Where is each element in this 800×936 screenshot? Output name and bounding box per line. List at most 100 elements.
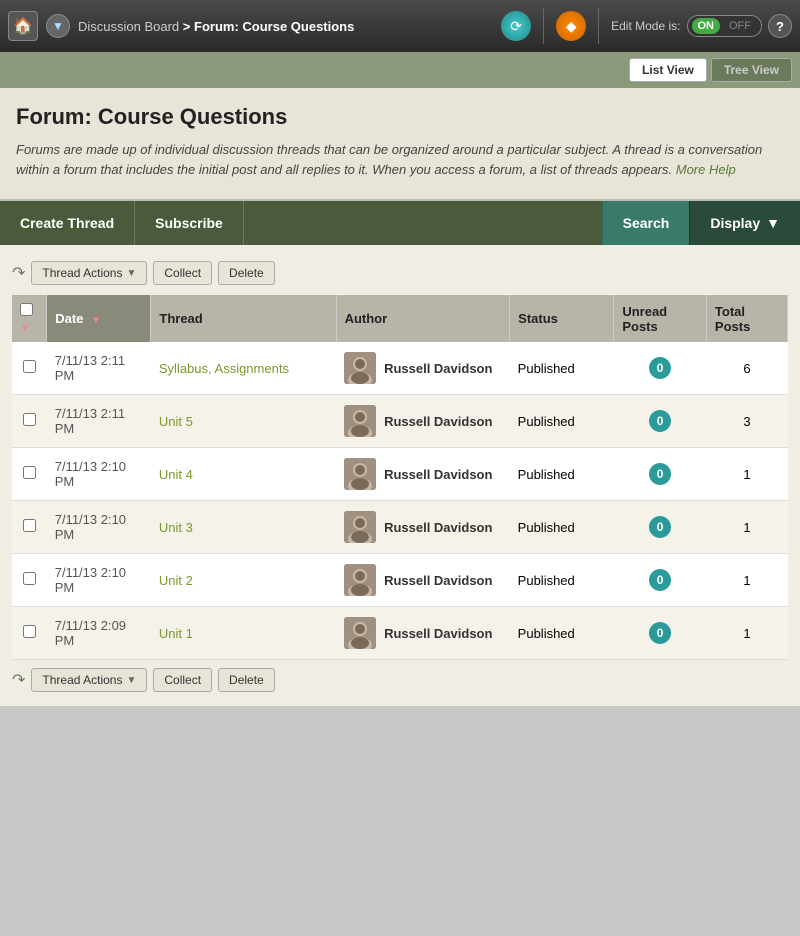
action-arrow-icon: ↷ (12, 263, 25, 283)
author-name-4: Russell Davidson (384, 573, 492, 588)
unread-badge-1: 0 (649, 410, 671, 432)
col-header-thread[interactable]: Thread (151, 295, 336, 342)
bottom-action-row: ↷ Thread Actions ▼ Collect Delete (12, 660, 788, 696)
author-avatar-1 (344, 405, 376, 437)
row-status-5: Published (510, 607, 614, 660)
create-thread-button[interactable]: Create Thread (0, 201, 135, 245)
row-checkbox-0[interactable] (23, 360, 36, 373)
row-checkbox-2[interactable] (23, 466, 36, 479)
row-thread-5: Unit 1 (151, 607, 336, 660)
unread-badge-5: 0 (649, 622, 671, 644)
row-checkbox-4[interactable] (23, 572, 36, 585)
toolbar-right: Search Display ▼ (602, 201, 800, 245)
author-avatar-0 (344, 352, 376, 384)
top-action-row: ↷ Thread Actions ▼ Collect Delete (12, 255, 788, 291)
tree-view-button[interactable]: Tree View (711, 58, 792, 82)
home-button[interactable]: 🏠 (8, 11, 38, 41)
col-header-date[interactable]: Date ▼ (47, 295, 151, 342)
row-thread-2: Unit 4 (151, 448, 336, 501)
col-header-author[interactable]: Author (336, 295, 510, 342)
table-row: 7/11/13 2:11 PM Syllabus, Assignments Ru… (12, 342, 788, 395)
thread-actions-button[interactable]: Thread Actions ▼ (31, 261, 147, 285)
forum-description: Forums are made up of individual discuss… (16, 140, 784, 179)
row-checkbox-cell (12, 342, 47, 395)
table-row: 7/11/13 2:10 PM Unit 4 Russell Davidson … (12, 448, 788, 501)
edit-mode-toggle[interactable]: ON OFF (687, 15, 763, 37)
row-status-3: Published (510, 501, 614, 554)
breadcrumb-separator: > (183, 19, 194, 34)
toolbar: Create Thread Subscribe Search Display ▼ (0, 201, 800, 245)
breadcrumb-current: Forum: Course Questions (194, 19, 354, 34)
thread-actions-chevron-icon: ▼ (126, 268, 136, 279)
table-row: 7/11/13 2:10 PM Unit 3 Russell Davidson … (12, 501, 788, 554)
row-author-2: Russell Davidson (336, 448, 510, 501)
forum-title: Forum: Course Questions (16, 104, 784, 130)
delete-button[interactable]: Delete (218, 261, 275, 285)
row-date-1: 7/11/13 2:11 PM (47, 395, 151, 448)
row-checkbox-5[interactable] (23, 625, 36, 638)
nav-divider-2 (598, 8, 599, 44)
author-avatar-3 (344, 511, 376, 543)
col-header-check: ▼ (12, 295, 47, 342)
thread-link-4[interactable]: Unit 2 (159, 573, 193, 588)
bottom-action-arrow-icon: ↷ (12, 670, 25, 690)
row-author-3: Russell Davidson (336, 501, 510, 554)
teal-icon-button[interactable]: ⟳ (501, 11, 531, 41)
display-button[interactable]: Display ▼ (689, 201, 800, 245)
row-total-3: 1 (706, 501, 787, 554)
row-date-2: 7/11/13 2:10 PM (47, 448, 151, 501)
row-unread-1: 0 (614, 395, 707, 448)
bottom-thread-actions-chevron-icon: ▼ (126, 675, 136, 686)
thread-link-5[interactable]: Unit 1 (159, 626, 193, 641)
bottom-delete-button[interactable]: Delete (218, 668, 275, 692)
row-unread-5: 0 (614, 607, 707, 660)
thread-table: ▼ Date ▼ Thread Author Status Unread Pos… (12, 295, 788, 660)
subscribe-button[interactable]: Subscribe (135, 201, 244, 245)
nav-divider (543, 8, 544, 44)
collect-button[interactable]: Collect (153, 261, 212, 285)
bottom-thread-actions-button[interactable]: Thread Actions ▼ (31, 668, 147, 692)
table-header-row: ▼ Date ▼ Thread Author Status Unread Pos… (12, 295, 788, 342)
search-button[interactable]: Search (602, 201, 690, 245)
col-header-status[interactable]: Status (510, 295, 614, 342)
row-date-0: 7/11/13 2:11 PM (47, 342, 151, 395)
thread-link-2[interactable]: Unit 4 (159, 467, 193, 482)
row-author-4: Russell Davidson (336, 554, 510, 607)
help-button[interactable]: ? (768, 14, 792, 38)
row-checkbox-3[interactable] (23, 519, 36, 532)
row-checkbox-cell (12, 607, 47, 660)
nav-arrow-button[interactable]: ▼ (46, 14, 70, 38)
thread-link-1[interactable]: Unit 5 (159, 414, 193, 429)
sort-indicator-icon: ▼ (20, 323, 30, 334)
thread-link-0[interactable]: Syllabus, Assignments (159, 361, 289, 376)
author-name-2: Russell Davidson (384, 467, 492, 482)
orange-icon-button[interactable]: ◆ (556, 11, 586, 41)
row-status-2: Published (510, 448, 614, 501)
more-help-link[interactable]: More Help (676, 162, 736, 177)
row-checkbox-1[interactable] (23, 413, 36, 426)
select-all-checkbox[interactable] (20, 303, 33, 316)
row-unread-2: 0 (614, 448, 707, 501)
view-toggle-bar: List View Tree View (0, 52, 800, 88)
row-author-0: Russell Davidson (336, 342, 510, 395)
row-unread-4: 0 (614, 554, 707, 607)
content-area: ↷ Thread Actions ▼ Collect Delete ▼ Date… (0, 245, 800, 706)
list-view-button[interactable]: List View (629, 58, 707, 82)
nav-icons: ⟳ ◆ Edit Mode is: ON OFF ? (501, 8, 792, 44)
author-name-3: Russell Davidson (384, 520, 492, 535)
bottom-collect-button[interactable]: Collect (153, 668, 212, 692)
thread-link-3[interactable]: Unit 3 (159, 520, 193, 535)
row-unread-3: 0 (614, 501, 707, 554)
breadcrumb-discussion-board[interactable]: Discussion Board (78, 19, 179, 34)
row-unread-0: 0 (614, 342, 707, 395)
row-thread-3: Unit 3 (151, 501, 336, 554)
breadcrumb: Discussion Board > Forum: Course Questio… (78, 19, 493, 34)
row-date-4: 7/11/13 2:10 PM (47, 554, 151, 607)
row-thread-4: Unit 2 (151, 554, 336, 607)
table-row: 7/11/13 2:09 PM Unit 1 Russell Davidson … (12, 607, 788, 660)
top-nav: 🏠 ▼ Discussion Board > Forum: Course Que… (0, 0, 800, 52)
row-total-2: 1 (706, 448, 787, 501)
row-total-0: 6 (706, 342, 787, 395)
unread-badge-0: 0 (649, 357, 671, 379)
author-avatar-2 (344, 458, 376, 490)
